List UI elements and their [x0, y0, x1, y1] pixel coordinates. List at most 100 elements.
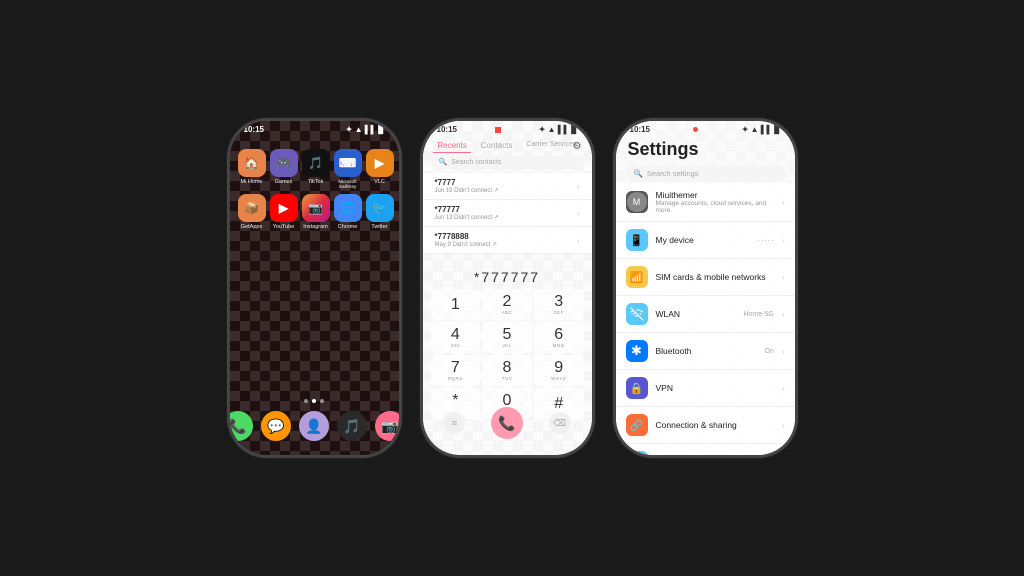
wlan-title: WLAN: [656, 309, 736, 319]
dock-contacts[interactable]: 👤: [299, 411, 329, 441]
call-item-2[interactable]: *77777 Jun 13 Didn't connect ↗ ›: [423, 200, 592, 227]
vlc-icon: ▶: [366, 149, 394, 177]
app-twitter[interactable]: 🐦 Twitter: [366, 194, 394, 231]
dock: 📞 💬 👤 🎵 📷: [230, 411, 399, 441]
tab-recents[interactable]: Recents: [433, 139, 470, 153]
notif-dot-3: [693, 127, 698, 132]
call-number-3: *7778888: [435, 232, 577, 241]
instagram-label: Instagram: [303, 224, 327, 231]
dial-9[interactable]: 9 WXYZ: [534, 355, 584, 386]
dock-music[interactable]: 🎵: [337, 411, 367, 441]
notif-dot-2: [495, 127, 501, 133]
bluetooth-value: On: [764, 348, 773, 355]
dial-6[interactable]: 6 MNO: [534, 322, 584, 353]
search-bar-dialer[interactable]: 🔍 Search contacts: [431, 155, 584, 169]
dot-2: [312, 399, 316, 403]
dial-4[interactable]: 4 GHI: [431, 322, 481, 353]
status-icons-2: ✦ ▲ ▌▌ ▊: [539, 125, 578, 134]
recent-calls: *7777 Jun 19 Didn't connect ↗ › *77777 J…: [423, 173, 592, 254]
dial-8[interactable]: 8 TUV: [482, 355, 532, 386]
app-mihome[interactable]: 🏠 Mi Home: [238, 149, 266, 190]
app-swiftkey[interactable]: ⌨ Microsoft SwiftKey: [334, 149, 362, 190]
chrome-label: Chrome: [338, 224, 358, 231]
settings-item-vpn[interactable]: 🔒 VPN ›: [616, 370, 795, 407]
dock-messages[interactable]: 💬: [261, 411, 291, 441]
dial-5[interactable]: 5 JKL: [482, 322, 532, 353]
youtube-icon: ▶: [270, 194, 298, 222]
app-tiktok[interactable]: 🎵 TikTok: [302, 149, 330, 190]
call-detail-2: Jun 13 Didn't connect ↗: [435, 214, 577, 221]
dock-camera[interactable]: 📷: [375, 411, 399, 441]
mydevice-icon: 📱: [626, 229, 648, 251]
settings-item-sim[interactable]: 📶 SIM cards & mobile networks ›: [616, 259, 795, 296]
status-bar-2: 10:15 ✦ ▲ ▌▌ ▊: [423, 121, 592, 136]
voicemail-button[interactable]: ≡: [443, 412, 465, 434]
dialer-bottom: ≡ 📞 ⌫: [431, 407, 584, 439]
settings-icon-dialer[interactable]: ⚙: [573, 141, 582, 152]
settings-item-bluetooth[interactable]: ✱ Bluetooth On ›: [616, 333, 795, 370]
dial-2[interactable]: 2 ABC: [482, 289, 532, 320]
app-games[interactable]: 🎮 Games: [270, 149, 298, 190]
dot-1: [304, 399, 308, 403]
getapps-icon: 📦: [238, 194, 266, 222]
time-2: 10:15: [437, 125, 457, 134]
getapps-label: GetApps: [241, 224, 262, 231]
dial-1[interactable]: 1: [431, 289, 481, 320]
twitter-icon: 🐦: [366, 194, 394, 222]
sim-icon: 📶: [626, 266, 648, 288]
app-chrome[interactable]: 🌐 Chrome: [334, 194, 362, 231]
dialpad: 1 2 ABC 3 DEF 4 GHI 5 JKL 6 MNO: [431, 289, 584, 419]
settings-title: Settings: [628, 139, 699, 160]
wallpaper-icon: 🖼: [626, 451, 648, 455]
settings-item-mydevice[interactable]: 📱 My device ····· ›: [616, 222, 795, 259]
app-instagram[interactable]: 📷 Instagram: [302, 194, 330, 231]
status-icons-1: ✦ ▲ ▌▌ ▊: [346, 125, 385, 134]
call-arrow-2: ›: [577, 209, 580, 218]
search-icon-settings: 🔍: [634, 169, 643, 178]
connection-chevron: ›: [782, 421, 785, 430]
call-button[interactable]: 📞: [491, 407, 523, 439]
phone-3: 10:15 ✦ ▲ ▌▌ ▊ Settings 🔍 Search setting…: [613, 118, 798, 458]
games-label: Games: [275, 179, 293, 186]
settings-item-wallpaper[interactable]: 🖼 Wallpaper & personalization ›: [616, 444, 795, 455]
vpn-title: VPN: [656, 383, 774, 393]
twitter-label: Twitter: [371, 224, 387, 231]
status-bar-1: 10:15 ✦ ▲ ▌▌ ▊: [230, 121, 399, 136]
dot-3: [320, 399, 324, 403]
app-vlc[interactable]: ▶ VLC: [366, 149, 394, 190]
wlan-chevron: ›: [782, 310, 785, 319]
settings-item-connection[interactable]: 🔗 Connection & sharing ›: [616, 407, 795, 444]
app-grid-1: 🏠 Mi Home 🎮 Games 🎵 TikTok ⌨ Microsoft S…: [230, 145, 399, 234]
call-item-1[interactable]: *7777 Jun 19 Didn't connect ↗ ›: [423, 173, 592, 200]
wlan-icon: [626, 303, 648, 325]
search-placeholder-dialer: Search contacts: [451, 159, 501, 166]
bluetooth-chevron: ›: [782, 347, 785, 356]
miuithemer-chevron: ›: [782, 198, 785, 207]
settings-item-miuithemer[interactable]: M Miuithemer Manage accounts, cloud serv…: [616, 183, 795, 222]
call-detail-3: May 9 Didn't connect ↗: [435, 241, 577, 248]
dialer-tabs: Recents Contacts Carrier Services: [423, 139, 592, 153]
tiktok-icon: 🎵: [302, 149, 330, 177]
sim-chevron: ›: [782, 273, 785, 282]
settings-list: M Miuithemer Manage accounts, cloud serv…: [616, 183, 795, 455]
dock-phone[interactable]: 📞: [230, 411, 254, 441]
mydevice-value: ·····: [757, 235, 774, 246]
youtube-label: YouTube: [273, 224, 295, 231]
tab-contacts[interactable]: Contacts: [477, 139, 517, 153]
dial-7[interactable]: 7 PQRS: [431, 355, 481, 386]
vlc-label: VLC: [374, 179, 385, 186]
connection-title: Connection & sharing: [656, 420, 774, 430]
app-getapps[interactable]: 📦 GetApps: [238, 194, 266, 231]
call-item-3[interactable]: *7778888 May 9 Didn't connect ↗ ›: [423, 227, 592, 254]
delete-button[interactable]: ⌫: [549, 412, 571, 434]
bluetooth-icon: ✱: [626, 340, 648, 362]
page-dots: [304, 399, 324, 403]
dial-3[interactable]: 3 DEF: [534, 289, 584, 320]
games-icon: 🎮: [270, 149, 298, 177]
app-youtube[interactable]: ▶ YouTube: [270, 194, 298, 231]
phone-2: 10:15 ✦ ▲ ▌▌ ▊ Recents Contacts Carrier …: [420, 118, 595, 458]
settings-item-wlan[interactable]: WLAN Home-5G ›: [616, 296, 795, 333]
settings-search[interactable]: 🔍 Search settings: [626, 165, 785, 182]
chrome-icon: 🌐: [334, 194, 362, 222]
miuithemer-sub: Manage accounts, cloud services, and mor…: [656, 200, 774, 214]
